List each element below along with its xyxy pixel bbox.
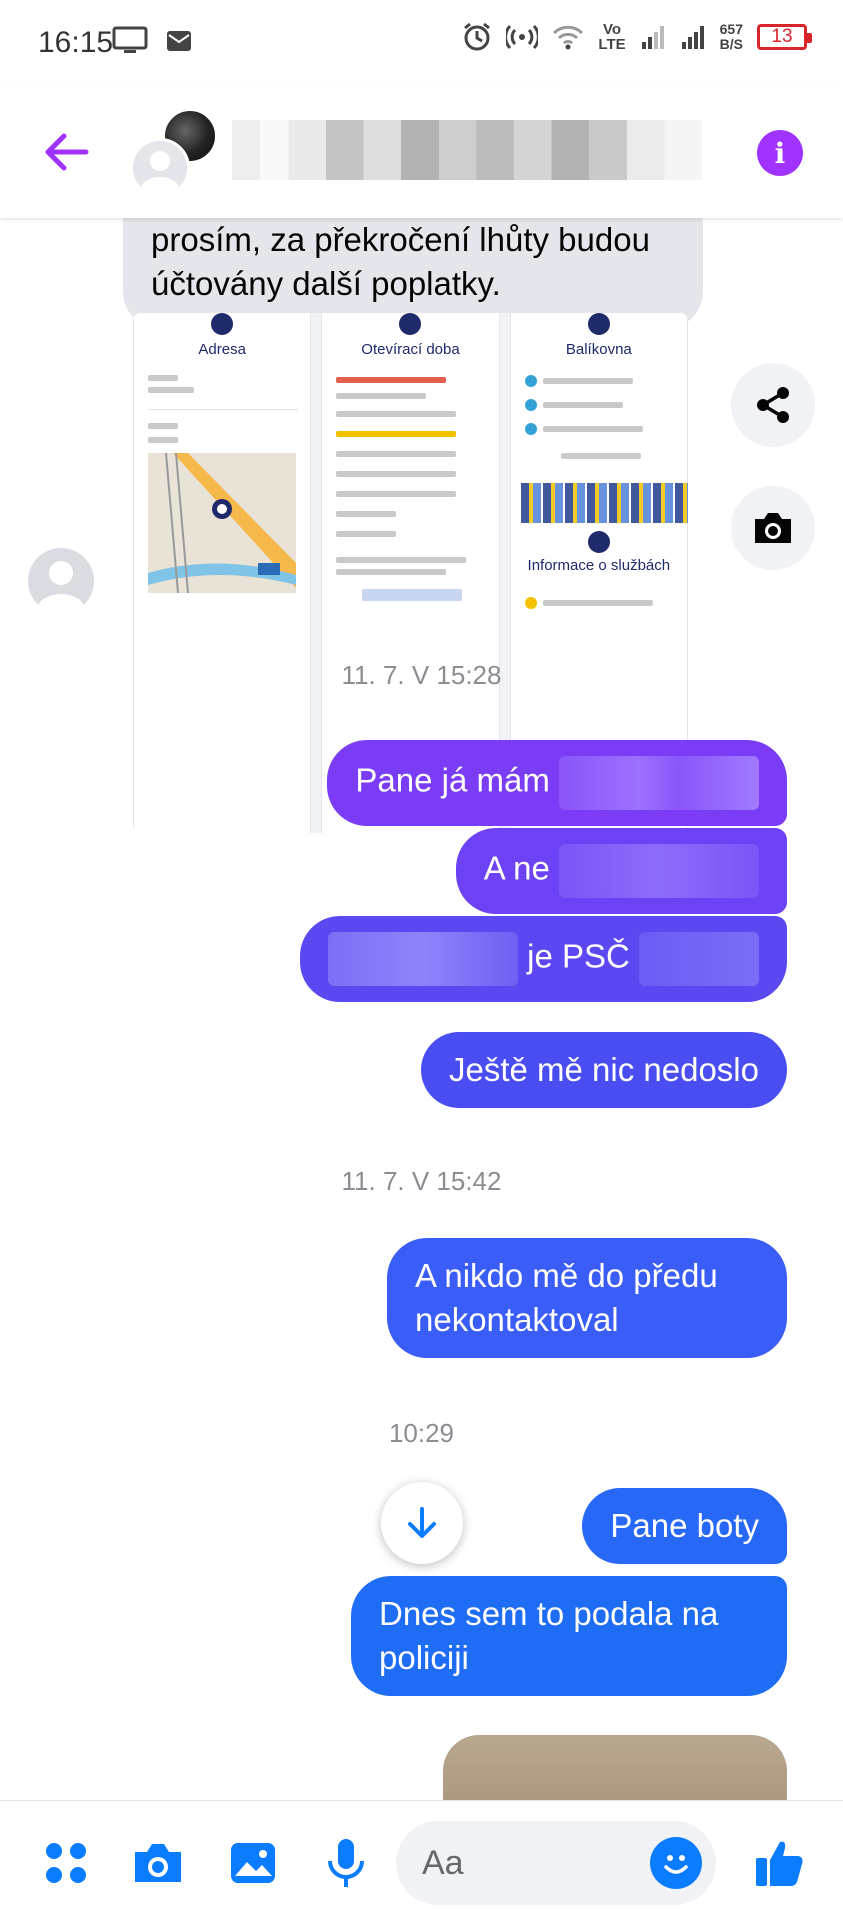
panel-title-services: Informace o službách <box>527 557 671 574</box>
contact-name-redacted[interactable] <box>232 120 702 180</box>
avatar-placeholder <box>130 138 190 198</box>
emoji-icon <box>664 1855 688 1874</box>
conversation-header: i <box>0 84 843 218</box>
outgoing-message-bubble[interactable]: Pane já mám <box>327 740 787 826</box>
redacted-text <box>559 844 759 898</box>
outgoing-message-bubble[interactable]: je PSČ <box>299 916 787 1002</box>
apps-button[interactable] <box>38 1835 94 1891</box>
message-text-line: nekontaktoval <box>415 1301 619 1338</box>
back-button[interactable] <box>36 122 96 182</box>
battery-level: 13 <box>771 26 793 47</box>
sender-avatar[interactable] <box>28 548 94 614</box>
share-button[interactable] <box>731 363 815 447</box>
outgoing-message-bubble[interactable]: A nikdo mě do předu nekontaktoval <box>387 1238 787 1358</box>
group-avatar[interactable] <box>130 108 220 198</box>
incoming-message-bubble[interactable]: prosím, za překročení lhůty budou účtová… <box>123 218 703 328</box>
message-text: Pane boty <box>610 1507 759 1544</box>
parcel-icon <box>587 313 610 335</box>
network-speed: 657 B/S <box>720 22 743 52</box>
timestamp: 11. 7. V 15:42 <box>341 1166 502 1196</box>
camera-effects-button[interactable] <box>731 486 815 570</box>
message-text: je PSČ <box>527 937 630 975</box>
signal-2-icon <box>681 26 704 49</box>
gallery-button[interactable] <box>225 1835 281 1891</box>
battery-indicator: 13 <box>757 24 812 50</box>
timestamp: 10:29 <box>388 1418 455 1448</box>
status-time: 16:15 <box>38 26 114 59</box>
apps-icon <box>46 1843 86 1883</box>
network-speed-value: 657 <box>719 21 743 37</box>
user-silhouette-icon <box>140 151 180 195</box>
map-thumbnail <box>148 453 296 593</box>
microphone-icon <box>328 1839 364 1887</box>
location-pin-icon <box>211 313 234 335</box>
message-input[interactable] <box>422 1839 622 1887</box>
message-composer <box>0 1800 843 1920</box>
camera-icon <box>755 513 791 543</box>
message-notification-icon <box>167 31 191 51</box>
message-text-line: Dnes sem to podala na <box>379 1595 719 1632</box>
clock-icon <box>399 313 422 335</box>
image-panel-address: Adresa <box>133 313 312 833</box>
info-circle-icon <box>587 531 610 553</box>
redacted-text <box>559 756 759 810</box>
outgoing-message-bubble[interactable]: Dnes sem to podala na policiji <box>351 1576 787 1696</box>
like-button[interactable] <box>752 1835 808 1891</box>
panel-title-hours: Otevírací doba <box>361 341 460 358</box>
panel-title-balikovna: Balíkovna <box>565 341 632 358</box>
signal-1-icon <box>641 26 664 49</box>
message-text: Ještě mě nic nedoslo <box>448 1051 759 1088</box>
user-silhouette-icon <box>37 561 85 614</box>
voice-message-button[interactable] <box>318 1835 374 1891</box>
outgoing-message-bubble[interactable]: A ne <box>455 828 787 914</box>
arrow-down-icon <box>408 1507 436 1538</box>
emoji-button[interactable] <box>650 1837 702 1889</box>
camera-button[interactable] <box>130 1835 186 1891</box>
message-text-line: policiji <box>379 1639 469 1676</box>
network-speed-unit: B/S <box>719 36 743 52</box>
info-icon: i <box>774 136 786 170</box>
arrow-left-icon <box>45 133 89 171</box>
panel-title-address: Adresa <box>198 341 246 358</box>
volte-indicator: Vo LTE <box>598 21 626 53</box>
camera-icon <box>135 1844 181 1882</box>
outgoing-message-bubble[interactable]: Pane boty <box>582 1488 787 1564</box>
message-text-line: A nikdo mě do předu <box>415 1257 718 1294</box>
thumbs-up-icon <box>756 1841 803 1886</box>
alarm-icon <box>464 22 491 51</box>
share-icon <box>757 387 789 423</box>
screen-cast-icon <box>112 26 148 53</box>
wifi-icon <box>553 25 584 50</box>
scroll-to-bottom-button[interactable] <box>381 1482 463 1564</box>
message-text: A ne <box>483 849 550 887</box>
redacted-text <box>327 932 518 986</box>
gallery-icon <box>231 1843 275 1883</box>
outgoing-image-preview[interactable] <box>443 1735 787 1800</box>
balikovna-pattern <box>520 483 688 523</box>
hotspot-icon <box>506 24 539 50</box>
outgoing-message-bubble[interactable]: Ještě mě nic nedoslo <box>420 1032 787 1108</box>
message-text: Pane já mám <box>355 761 550 799</box>
timestamp: 11. 7. V 15:28 <box>341 660 502 690</box>
status-bar: 16:15 Vo LTE 657 B/S 13 <box>0 0 843 84</box>
info-button[interactable]: i <box>757 130 803 176</box>
redacted-text <box>639 932 759 986</box>
status-left-icons <box>112 26 192 56</box>
message-input-container <box>396 1821 716 1905</box>
status-right-icons: Vo LTE 657 B/S 13 <box>462 21 812 53</box>
